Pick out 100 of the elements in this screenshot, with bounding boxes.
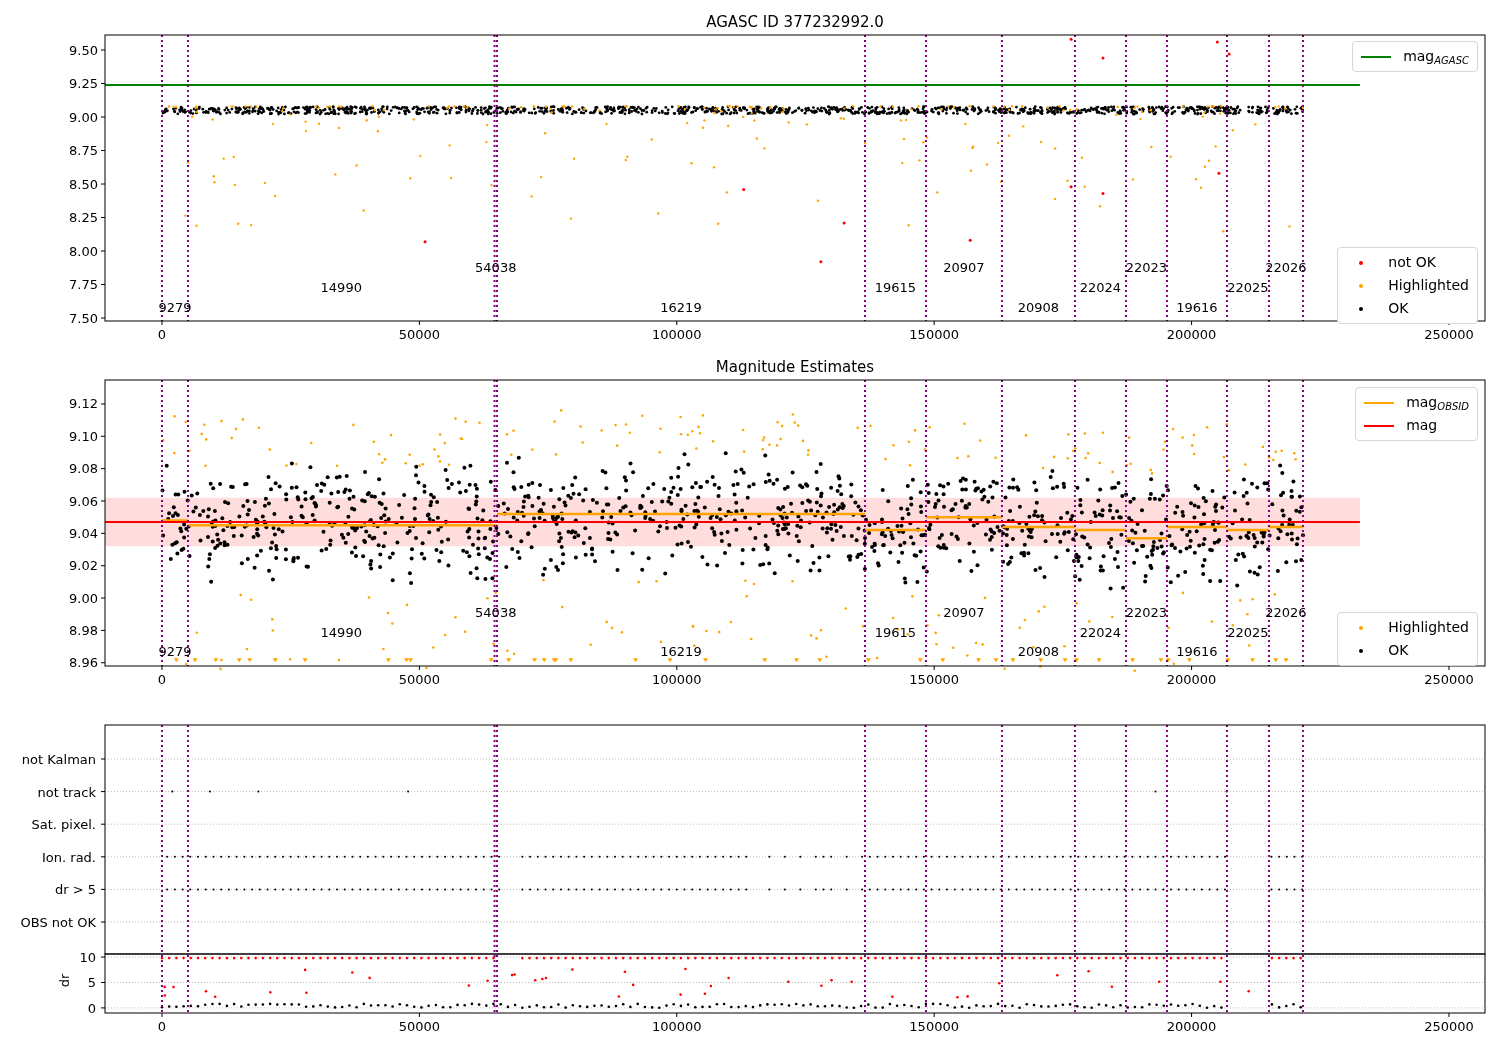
x-tick-label: 50000 xyxy=(398,672,441,687)
clipped-point-marker xyxy=(506,658,512,663)
x-tick-label: 50000 xyxy=(398,1019,441,1034)
clipped-point-marker xyxy=(993,658,999,663)
y-tick-label: 9.06 xyxy=(69,493,98,509)
obsid-label: 19616 xyxy=(1176,300,1218,316)
y-tick-label: 9.00 xyxy=(69,590,98,606)
y-tick-label: 8.50 xyxy=(69,176,98,192)
flag-label: Sat. pixel. xyxy=(31,817,96,833)
clipped-point-marker xyxy=(532,658,538,663)
legend-label: OK xyxy=(1388,641,1409,660)
legend-label: mag$_{OBSID}$ xyxy=(1406,393,1469,413)
legend-label: OK xyxy=(1388,299,1409,318)
obsid-label: 22025 xyxy=(1227,280,1269,296)
y-tick-label: 10 xyxy=(79,950,96,966)
legend-label: mag xyxy=(1406,416,1438,435)
obsid-label: 20907 xyxy=(943,604,985,620)
clipped-point-marker xyxy=(1062,658,1068,663)
obsid-label: 9279 xyxy=(158,644,192,660)
obsid-label: 19615 xyxy=(874,625,917,641)
legend-label: mag$_{AGASC}$ xyxy=(1403,47,1469,67)
flag-label: not track xyxy=(37,784,96,800)
clipped-point-marker xyxy=(302,658,308,663)
y-tick-label: 9.00 xyxy=(69,109,98,125)
x-tick-label: 250000 xyxy=(1424,672,1474,687)
y-tick-label: 9.25 xyxy=(69,76,98,91)
clipped-point-marker xyxy=(1186,658,1192,663)
obsid-label: 22024 xyxy=(1079,625,1122,641)
obsid-label: 14990 xyxy=(320,625,362,641)
obsid-label: 22023 xyxy=(1125,260,1168,276)
x-tick-label: 200000 xyxy=(1166,672,1217,687)
y-tick-label: 9.08 xyxy=(69,461,98,477)
y-tick-label: 0 xyxy=(87,1000,96,1016)
clipped-point-marker xyxy=(1010,658,1016,663)
clipped-point-marker xyxy=(817,658,823,663)
obsid-label: 14990 xyxy=(320,280,362,296)
clipped-point-marker xyxy=(794,658,799,663)
chart-title: Magnitude Estimates xyxy=(715,358,875,376)
x-tick-label: 200000 xyxy=(1166,1019,1217,1034)
obsid-label: 20908 xyxy=(1017,644,1060,660)
obsid-label: 19615 xyxy=(874,280,917,296)
y-tick-label: 7.75 xyxy=(69,277,98,293)
clipped-point-marker xyxy=(1096,658,1102,663)
y-tick-label: 9.02 xyxy=(69,558,98,574)
y-tick-label: 9.10 xyxy=(69,428,98,444)
y-tick-label: 8.00 xyxy=(69,243,98,259)
legend-label: Highlighted xyxy=(1388,276,1469,295)
clipped-point-marker xyxy=(488,658,494,663)
clipped-point-marker xyxy=(247,658,253,663)
obsid-label: 9279 xyxy=(158,300,192,316)
clipped-point-marker xyxy=(917,658,923,663)
obsid-label: 22026 xyxy=(1265,260,1307,276)
y-tick-label: 9.04 xyxy=(69,525,98,541)
x-tick-label: 50000 xyxy=(398,327,441,340)
obsid-label: 20908 xyxy=(1017,300,1060,316)
x-tick-label: 150000 xyxy=(909,327,959,340)
y-tick-label: 7.50 xyxy=(69,310,98,326)
clipped-point-marker xyxy=(940,658,946,663)
y-tick-label: 9.50 xyxy=(69,42,98,58)
clipped-point-marker xyxy=(1225,658,1231,663)
obsid-label: 22023 xyxy=(1125,604,1168,620)
clipped-point-marker xyxy=(667,658,673,663)
x-tick-label: 150000 xyxy=(909,672,959,687)
clipped-point-marker xyxy=(385,658,391,663)
obsid-label: 16219 xyxy=(660,300,702,316)
clipped-point-marker xyxy=(213,658,219,663)
x-tick-label: 100000 xyxy=(651,327,702,340)
clipped-point-marker xyxy=(865,658,871,663)
chart-title: AGASC ID 377232992.0 xyxy=(706,13,884,31)
obsid-label: 19616 xyxy=(1176,644,1218,660)
x-tick-label: 250000 xyxy=(1424,327,1474,340)
obsid-label: 22025 xyxy=(1227,625,1269,641)
clipped-point-marker xyxy=(173,658,179,663)
obsid-label: 22026 xyxy=(1265,604,1307,620)
clipped-point-marker xyxy=(1038,658,1044,663)
y-tick-label: 8.25 xyxy=(69,210,98,226)
clipped-point-marker xyxy=(976,658,982,663)
x-tick-label: 0 xyxy=(157,672,167,687)
y-tick-label: 8.96 xyxy=(69,655,98,671)
clipped-point-marker xyxy=(568,658,574,663)
x-tick-label: 150000 xyxy=(909,1019,959,1034)
clipped-point-marker xyxy=(236,658,242,663)
clipped-point-marker xyxy=(1250,658,1255,663)
flag-label: OBS not OK xyxy=(20,915,96,930)
y-tick-label: 5 xyxy=(87,975,96,991)
clipped-point-marker xyxy=(192,658,198,663)
legend-label: not OK xyxy=(1388,253,1436,272)
clipped-point-marker xyxy=(762,658,768,663)
y-axis-label: dr xyxy=(57,973,72,988)
legend-label: Highlighted xyxy=(1388,618,1469,637)
y-tick-label: 8.98 xyxy=(69,622,98,638)
clipped-point-marker xyxy=(1130,658,1136,663)
y-tick-label: 8.75 xyxy=(69,143,98,159)
flag-label: Ion. rad. xyxy=(42,849,96,865)
x-tick-label: 0 xyxy=(157,1019,167,1034)
y-tick-label: 9.12 xyxy=(69,396,98,412)
x-tick-label: 100000 xyxy=(651,672,702,687)
obsid-label: 54038 xyxy=(475,260,517,276)
clipped-point-marker xyxy=(1074,658,1079,663)
clipped-point-marker xyxy=(1283,658,1289,663)
